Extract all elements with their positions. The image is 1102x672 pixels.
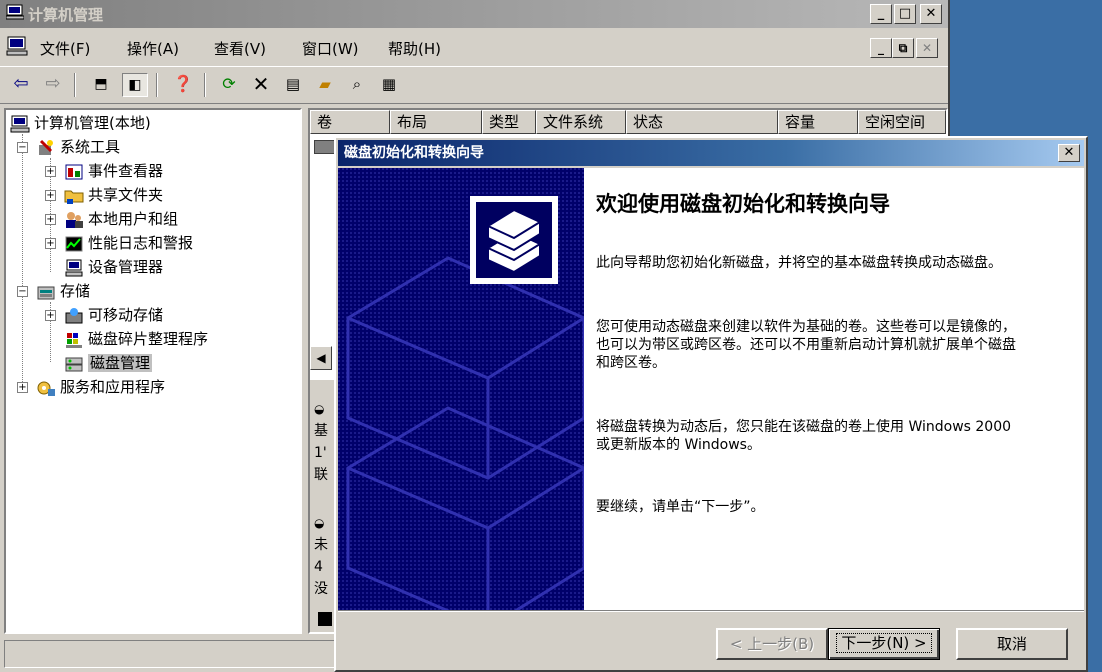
column-header-filesystem[interactable]: 文件系统 bbox=[536, 110, 626, 134]
tools-icon bbox=[39, 139, 53, 155]
disk-icon[interactable]: ▦ bbox=[376, 73, 402, 97]
window-title: 计算机管理 bbox=[28, 6, 104, 24]
wizard-paragraph-4: 要继续，请单击“下一步”。 bbox=[596, 499, 765, 515]
column-header-status[interactable]: 状态 bbox=[626, 110, 778, 134]
collapse-toggle[interactable]: − bbox=[17, 142, 28, 153]
menu-window[interactable]: 窗口(W) bbox=[302, 38, 359, 59]
computer-icon bbox=[10, 115, 30, 132]
up-folder-icon[interactable]: ⬒ bbox=[88, 73, 114, 97]
help-icon[interactable]: ❓ bbox=[170, 73, 196, 97]
tree-node-defrag[interactable]: 磁盘碎片整理程序 bbox=[64, 328, 208, 350]
scroll-left-button[interactable]: ◀ bbox=[310, 346, 332, 370]
computer-icon bbox=[6, 4, 24, 20]
mdi-restore-button[interactable]: ⧉ bbox=[892, 38, 914, 58]
back-icon[interactable]: ⇦ bbox=[8, 73, 34, 97]
toolbar-separator bbox=[204, 73, 206, 97]
expand-toggle[interactable]: + bbox=[45, 214, 56, 225]
expand-toggle[interactable]: + bbox=[45, 310, 56, 321]
mdi-close-button[interactable]: ✕ bbox=[916, 38, 938, 58]
defrag-icon bbox=[66, 332, 82, 348]
menu-action[interactable]: 操作(A) bbox=[127, 38, 179, 59]
tree-node-root[interactable]: 计算机管理(本地) bbox=[10, 112, 151, 134]
show-tree-icon[interactable]: ◧ bbox=[122, 73, 148, 97]
open-folder-icon[interactable]: ▰ bbox=[312, 73, 338, 97]
delete-icon[interactable]: ✕ bbox=[248, 73, 274, 97]
toolbar: ⇦ ⇨ ⬒ ◧ ❓ ⟳ ✕ ▤ ▰ ⌕ ▦ bbox=[0, 66, 948, 104]
column-header-type[interactable]: 类型 bbox=[482, 110, 536, 134]
close-button[interactable]: ✕ bbox=[920, 4, 942, 24]
storage-icon bbox=[37, 286, 55, 299]
services-icon bbox=[37, 381, 55, 396]
tree-node-removable-storage[interactable]: 可移动存储 bbox=[64, 304, 163, 326]
wizard-title-bar[interactable]: 磁盘初始化和转换向导 ✕ bbox=[338, 140, 1084, 166]
expand-toggle[interactable]: + bbox=[17, 382, 28, 393]
menu-help[interactable]: 帮助(H) bbox=[388, 38, 441, 59]
shared-folder-icon bbox=[64, 190, 84, 204]
tree-node-shared-folders[interactable]: 共享文件夹 bbox=[64, 184, 163, 206]
menu-view[interactable]: 查看(V) bbox=[214, 38, 266, 59]
wizard-close-button[interactable]: ✕ bbox=[1058, 144, 1080, 162]
properties-icon[interactable]: ▤ bbox=[280, 73, 306, 97]
banner-disks-graphic bbox=[338, 168, 584, 610]
collapse-toggle[interactable]: − bbox=[17, 286, 28, 297]
legend-unallocated-swatch bbox=[318, 612, 332, 626]
wizard-paragraph-1: 此向导帮助您初始化新磁盘，并将空的基本磁盘转换成动态磁盘。 bbox=[596, 255, 1002, 271]
forward-icon[interactable]: ⇨ bbox=[40, 73, 66, 97]
toolbar-separator bbox=[74, 73, 76, 97]
users-icon bbox=[66, 211, 83, 228]
search-icon[interactable]: ⌕ bbox=[344, 73, 370, 97]
menu-file[interactable]: 文件(F) bbox=[40, 38, 90, 59]
column-header-free-space[interactable]: 空闲空间 bbox=[858, 110, 946, 134]
back-button[interactable]: < 上一步(B) bbox=[716, 628, 828, 660]
performance-icon bbox=[65, 236, 83, 251]
console-tree: 计算机管理(本地) − 系统工具 + 事件查看器 + 共享文件夹 + 本地用户和… bbox=[4, 108, 302, 634]
expand-toggle[interactable]: + bbox=[45, 190, 56, 201]
refresh-icon[interactable]: ⟳ bbox=[216, 73, 242, 97]
tree-node-disk-management[interactable]: 磁盘管理 bbox=[64, 352, 153, 374]
wizard-banner bbox=[338, 168, 584, 610]
title-bar[interactable]: 计算机管理 _ □ ✕ bbox=[0, 0, 948, 28]
tree-node-services[interactable]: 服务和应用程序 bbox=[36, 376, 165, 398]
tree-node-system-tools[interactable]: 系统工具 bbox=[36, 136, 120, 158]
next-button[interactable]: 下一步(N) > bbox=[828, 628, 940, 660]
tree-node-storage[interactable]: 存储 bbox=[36, 280, 90, 302]
wizard-title: 磁盘初始化和转换向导 bbox=[344, 145, 484, 161]
expand-toggle[interactable]: + bbox=[45, 238, 56, 249]
menu-bar: 文件(F) 操作(A) 查看(V) 窗口(W) 帮助(H) _ ⧉ ✕ bbox=[0, 32, 948, 62]
wizard-separator bbox=[338, 610, 1084, 612]
maximize-button[interactable]: □ bbox=[894, 4, 916, 24]
column-header-layout[interactable]: 布局 bbox=[390, 110, 482, 134]
minimize-button[interactable]: _ bbox=[870, 4, 892, 24]
removable-storage-icon bbox=[65, 307, 83, 323]
event-viewer-icon bbox=[65, 164, 83, 179]
tree-node-device-manager[interactable]: 设备管理器 bbox=[64, 256, 163, 278]
cancel-button[interactable]: 取消 bbox=[956, 628, 1068, 660]
mdi-minimize-button[interactable]: _ bbox=[870, 38, 892, 58]
expand-toggle[interactable]: + bbox=[45, 166, 56, 177]
mdi-computer-icon[interactable] bbox=[6, 36, 28, 56]
wizard-content: 欢迎使用磁盘初始化和转换向导 此向导帮助您初始化新磁盘，并将空的基本磁盘转换成动… bbox=[584, 168, 1084, 610]
device-manager-icon bbox=[65, 259, 83, 276]
wizard-paragraph-2: 您可使用动态磁盘来创建以软件为基础的卷。这些卷可以是镜像的，也可以为带区或跨区卷… bbox=[596, 319, 1016, 371]
disk-management-icon bbox=[65, 357, 83, 371]
tree-node-local-users[interactable]: 本地用户和组 bbox=[64, 208, 178, 230]
volume-row-icon[interactable] bbox=[314, 140, 336, 154]
wizard-paragraph-3: 将磁盘转换为动态后，您只能在该磁盘的卷上使用 Windows 2000 或更新版… bbox=[596, 419, 1012, 453]
column-header-capacity[interactable]: 容量 bbox=[778, 110, 858, 134]
disk-wizard-dialog: 磁盘初始化和转换向导 ✕ 欢迎使用磁盘初始化和转换向导 此向导帮助您初始化新磁盘… bbox=[334, 136, 1088, 672]
column-header-volume[interactable]: 卷 bbox=[310, 110, 390, 134]
tree-node-perf-logs[interactable]: 性能日志和警报 bbox=[64, 232, 193, 254]
tree-node-event-viewer[interactable]: 事件查看器 bbox=[64, 160, 163, 182]
toolbar-separator bbox=[156, 73, 158, 97]
wizard-heading: 欢迎使用磁盘初始化和转换向导 bbox=[596, 192, 890, 216]
